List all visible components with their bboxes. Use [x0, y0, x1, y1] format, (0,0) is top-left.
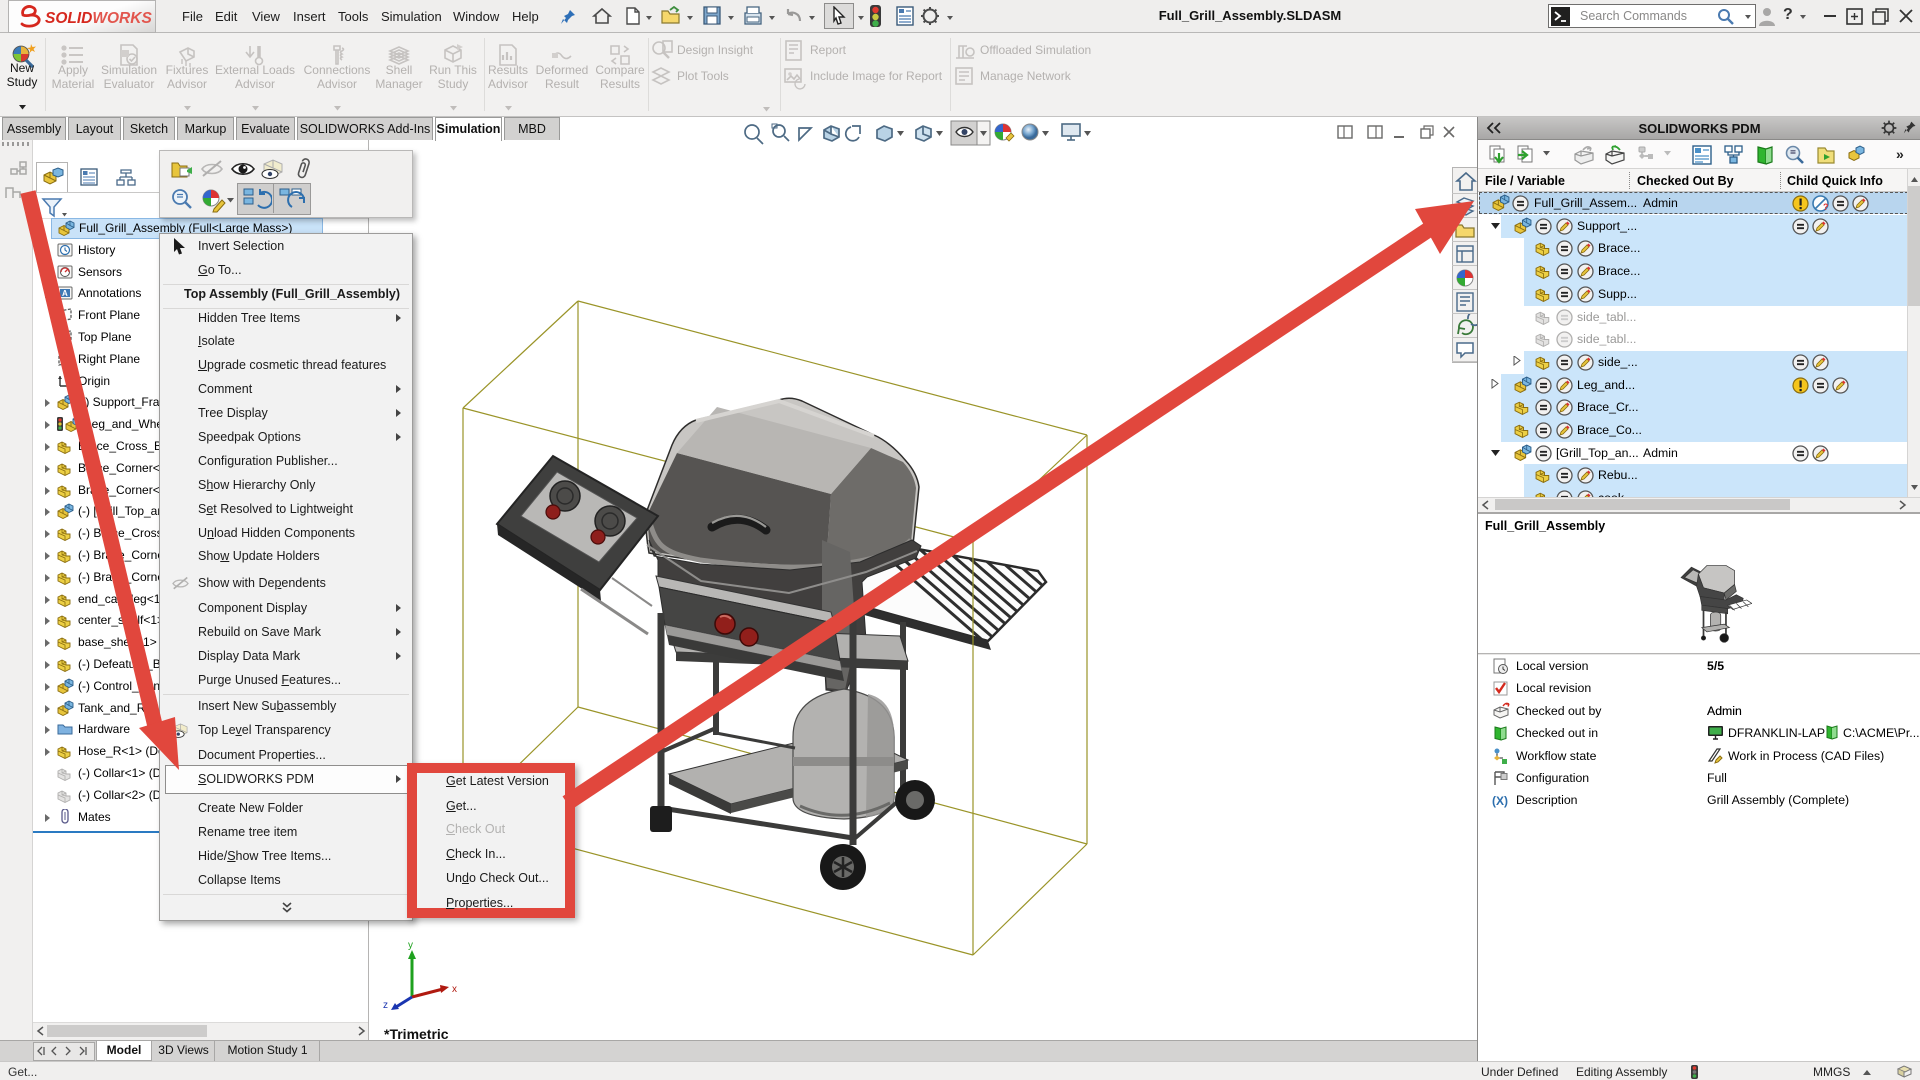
svg-text:y: y: [408, 940, 413, 951]
svg-text:x: x: [452, 984, 457, 995]
svg-text:?: ?: [1823, 202, 1829, 212]
svg-text:z: z: [383, 1000, 388, 1011]
svg-text:(X): (X): [1492, 794, 1508, 808]
svg-text:SOLIDWORKS: SOLIDWORKS: [45, 10, 152, 27]
